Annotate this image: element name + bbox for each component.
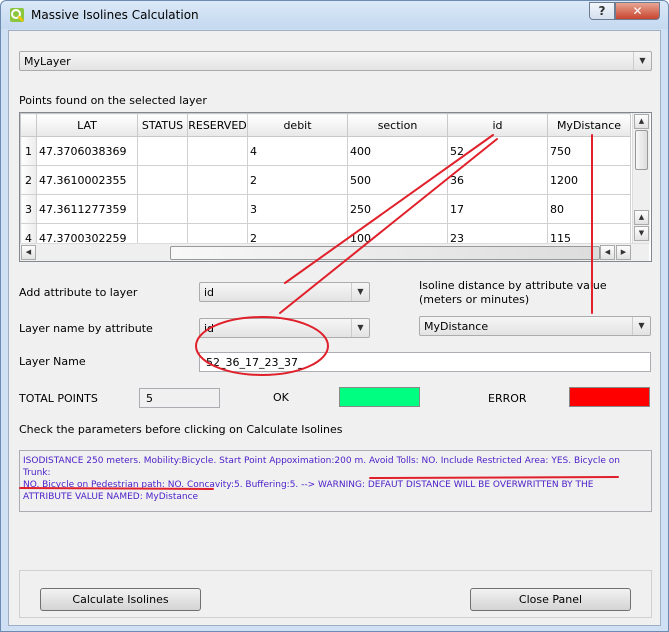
column-header-reserved[interactable]: RESERVED	[187, 113, 248, 137]
total-points-label: TOTAL POINTS	[19, 392, 98, 405]
total-points-field[interactable]: 5	[139, 388, 220, 408]
scroll-down-icon[interactable]: ▼	[634, 226, 649, 241]
row-number[interactable]: 1	[20, 136, 37, 166]
cell-section[interactable]: 250	[347, 194, 448, 224]
isoline-distance-select[interactable]: MyDistance ▼	[419, 316, 651, 336]
close-panel-button[interactable]: Close Panel	[470, 588, 631, 611]
layer-select-value: MyLayer	[24, 55, 71, 68]
scroll-left-icon[interactable]: ◀	[600, 245, 615, 260]
cell-status[interactable]	[137, 136, 188, 166]
cell-mydistance[interactable]: 750	[547, 136, 631, 166]
table-row[interactable]: 3 47.3611277359 3 250 17 80	[20, 194, 631, 224]
parameters-summary-box: ISODISTANCE 250 meters. Mobility:Bicycle…	[19, 450, 652, 512]
horizontal-scroll-thumb[interactable]	[170, 246, 600, 260]
layer-name-attribute-label: Layer name by attribute	[19, 322, 153, 335]
add-attribute-select[interactable]: id ▼	[199, 282, 370, 302]
summary-line-2: NO. Bicycle on Pedestrian path: NO. Conc…	[23, 480, 594, 490]
column-header-lat[interactable]: LAT	[36, 113, 138, 137]
dialog-body: MyLayer ▼ Points found on the selected l…	[8, 30, 661, 626]
cell-section[interactable]: 400	[347, 136, 448, 166]
layer-select[interactable]: MyLayer ▼	[19, 51, 652, 71]
cell-lat[interactable]: 47.3610002355	[36, 165, 138, 195]
cell-id[interactable]: 52	[447, 136, 548, 166]
cell-status[interactable]	[137, 194, 188, 224]
isoline-units-label: (meters or minutes)	[419, 293, 530, 306]
points-found-label: Points found on the selected layer	[19, 94, 207, 107]
corner-header[interactable]	[20, 113, 37, 137]
ok-label: OK	[273, 391, 289, 404]
close-window-button[interactable]: ✕	[615, 2, 660, 20]
cell-debit[interactable]: 2	[247, 165, 348, 195]
cell-lat[interactable]: 47.3706038369	[36, 136, 138, 166]
summary-line-3: ATTRIBUTE VALUE NAMED: MyDistance	[23, 492, 199, 502]
scroll-left-icon[interactable]: ◀	[21, 245, 36, 260]
scroll-up-icon[interactable]: ▲	[634, 210, 649, 225]
row-number[interactable]: 2	[20, 165, 37, 195]
layer-name-value: 52_36_17_23_37_	[206, 356, 304, 369]
cell-debit[interactable]: 4	[247, 136, 348, 166]
cell-id[interactable]: 36	[447, 165, 548, 195]
row-number[interactable]: 3	[20, 194, 37, 224]
column-header-id[interactable]: id	[447, 113, 548, 137]
cell-reserved[interactable]	[187, 136, 248, 166]
scroll-up-icon[interactable]: ▲	[634, 114, 649, 129]
table-row[interactable]: 2 47.3610002355 2 500 36 1200	[20, 165, 631, 195]
column-header-debit[interactable]: debit	[247, 113, 348, 137]
horizontal-scrollbar[interactable]: ◀ ◀ ▶	[20, 243, 649, 261]
column-header-mydistance[interactable]: MyDistance	[547, 113, 631, 137]
cell-lat[interactable]: 47.3611277359	[36, 194, 138, 224]
isoline-distance-value: MyDistance	[424, 320, 489, 333]
isoline-distance-label: Isoline distance by attribute value	[419, 279, 607, 292]
points-grid: LAT STATUS RESERVED debit section id MyD…	[20, 113, 631, 253]
help-button[interactable]: ?	[589, 2, 615, 20]
qgis-app-icon	[10, 8, 24, 22]
table-row[interactable]: 1 47.3706038369 4 400 52 750	[20, 136, 631, 166]
cell-debit[interactable]: 3	[247, 194, 348, 224]
column-header-section[interactable]: section	[347, 113, 448, 137]
chevron-down-icon: ▼	[351, 283, 369, 301]
scroll-right-icon[interactable]: ▶	[616, 245, 631, 260]
column-header-status[interactable]: STATUS	[137, 113, 188, 137]
add-attribute-label: Add attribute to layer	[19, 286, 138, 299]
layer-name-attribute-select[interactable]: id ▼	[199, 318, 370, 338]
layer-name-attribute-value: id	[204, 322, 215, 335]
title-bar[interactable]: Massive Isolines Calculation ? ✕	[1, 1, 668, 29]
cell-mydistance[interactable]: 1200	[547, 165, 631, 195]
add-attribute-value: id	[204, 286, 215, 299]
error-label: ERROR	[488, 392, 527, 405]
chevron-down-icon: ▼	[633, 52, 651, 70]
chevron-down-icon: ▼	[632, 317, 650, 335]
cell-status[interactable]	[137, 165, 188, 195]
cell-reserved[interactable]	[187, 194, 248, 224]
ok-indicator	[339, 387, 420, 407]
window-title: Massive Isolines Calculation	[31, 8, 199, 22]
cell-section[interactable]: 500	[347, 165, 448, 195]
table-header-row: LAT STATUS RESERVED debit section id MyD…	[20, 113, 631, 137]
cell-reserved[interactable]	[187, 165, 248, 195]
layer-name-field[interactable]: 52_36_17_23_37_	[199, 352, 651, 372]
cell-mydistance[interactable]: 80	[547, 194, 631, 224]
calculate-isolines-button[interactable]: Calculate Isolines	[40, 588, 201, 611]
points-table[interactable]: LAT STATUS RESERVED debit section id MyD…	[19, 112, 652, 262]
cell-id[interactable]: 17	[447, 194, 548, 224]
summary-line-1: ISODISTANCE 250 meters. Mobility:Bicycle…	[23, 456, 620, 478]
total-points-value: 5	[146, 392, 153, 405]
button-bar: Calculate Isolines Close Panel	[19, 570, 652, 618]
vertical-scrollbar[interactable]: ▲ ▲ ▼	[632, 113, 650, 243]
dialog-window: Massive Isolines Calculation ? ✕ MyLayer…	[0, 0, 669, 632]
check-parameters-label: Check the parameters before clicking on …	[19, 423, 343, 436]
layer-name-label: Layer Name	[19, 355, 86, 368]
error-indicator	[569, 387, 650, 407]
chevron-down-icon: ▼	[351, 319, 369, 337]
vertical-scroll-thumb[interactable]	[635, 130, 648, 170]
